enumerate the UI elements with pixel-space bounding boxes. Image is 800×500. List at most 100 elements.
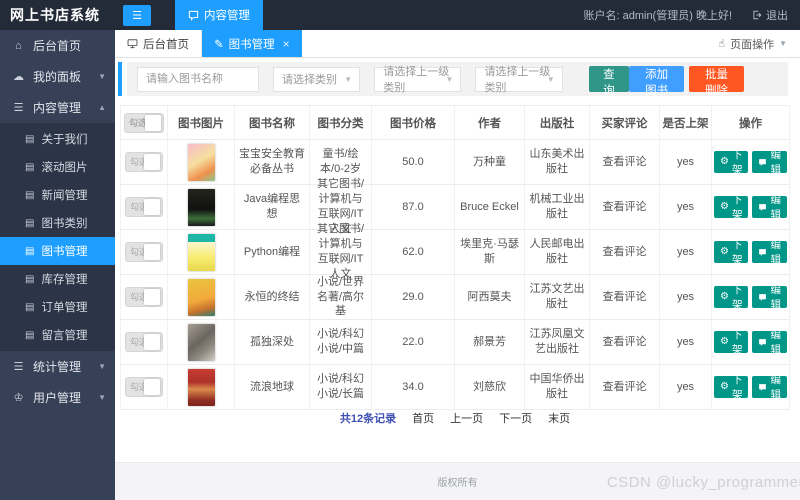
column-header: 图书名称 (235, 106, 310, 139)
edit-button[interactable]: 编辑 (752, 239, 787, 266)
gear-icon: ⚙ (720, 291, 729, 302)
chevron-down-icon: ▼ (98, 393, 106, 402)
book-name: 永恒的终结 (235, 275, 310, 319)
sidebar-subitem-inventory-management[interactable]: ▤ 库存管理 (0, 265, 115, 293)
watermark-text: CSDN @lucky_programmer (606, 474, 800, 491)
view-comments-link[interactable]: 查看评论 (603, 380, 647, 395)
first-page-link[interactable]: 首页 (412, 410, 434, 426)
prev-page-link[interactable]: 上一页 (450, 410, 483, 426)
tab-backend-home[interactable]: 后台首页 (115, 30, 202, 57)
hamburger-icon: ☰ (132, 9, 142, 22)
copyright-text: 版权所有 (437, 478, 478, 489)
table-row: 勾选 孤独深处 小说/科幻小说/中篇 22.0 郝景芳 江苏凤凰文艺出版社 查看… (120, 320, 790, 365)
row-select-toggle[interactable]: 勾选 (125, 242, 163, 262)
sidebar-subitem-about-us[interactable]: ▤ 关于我们 (0, 125, 115, 153)
column-header: 操作 (712, 106, 790, 139)
tab-book-management[interactable]: ✎ 图书管理 × (202, 30, 302, 57)
sidebar-subitem-order-management[interactable]: ▤ 订单管理 (0, 293, 115, 321)
row-select-toggle[interactable]: 勾选 (125, 287, 163, 307)
row-select-toggle[interactable]: 勾选 (125, 377, 163, 397)
book-publisher: 江苏文艺出版社 (525, 275, 590, 319)
edit-label: 编辑 (770, 284, 781, 311)
select-all-toggle[interactable]: 勾选 (124, 112, 164, 133)
logout-button[interactable]: 退出 (752, 7, 788, 23)
off-shelf-button[interactable]: ⚙ 下架 (714, 374, 749, 401)
sidebar-item-my-panel[interactable]: ☁ 我的面板 ▼ (0, 61, 115, 92)
book-name-input[interactable] (137, 66, 259, 92)
sidebar-item-user-management[interactable]: ♔ 用户管理 ▼ (0, 382, 115, 413)
sidebar-item-label: 统计管理 (33, 360, 82, 374)
sidebar-subitem-label: 新闻管理 (41, 190, 88, 202)
view-comments-link[interactable]: 查看评论 (603, 290, 647, 305)
parent-category-select-1[interactable]: 请选择上一级类别 ▼ (374, 66, 462, 94)
page-actions-dropdown[interactable]: ☝ 页面操作 ▼ (718, 30, 800, 57)
off-shelf-button[interactable]: ⚙ 下架 (714, 239, 749, 266)
row-select-toggle[interactable]: 勾选 (125, 332, 163, 352)
edit-button[interactable]: 编辑 (752, 284, 787, 311)
last-page-link[interactable]: 末页 (548, 410, 570, 426)
edit-button[interactable]: 编辑 (752, 194, 787, 221)
search-button[interactable]: 查询 (588, 66, 630, 97)
off-shelf-button[interactable]: ⚙ 下架 (714, 284, 749, 311)
content-panel: 请选择类别 ▼ 请选择上一级类别 ▼ 请选择上一级类别 ▼ 查询 添加图书 批量… (115, 58, 800, 462)
off-shelf-label: 下架 (731, 239, 743, 266)
sidebar-item-label: 我的面板 (33, 70, 82, 84)
sidebar-subitem-message-management[interactable]: ▤ 留言管理 (0, 321, 115, 349)
document-icon: ▤ (25, 245, 35, 257)
home-icon: ⌂ (15, 39, 22, 52)
gear-icon: ⚙ (720, 246, 729, 257)
view-comments-link[interactable]: 查看评论 (603, 335, 647, 350)
hand-pointer-icon: ☝ (718, 38, 726, 50)
table-header: 勾选 图书图片 图书名称 图书分类 图书价格 作者 出版社 买家评论 是否上架 … (120, 106, 790, 140)
edit-label: 编辑 (770, 329, 781, 356)
view-comments-link[interactable]: 查看评论 (603, 200, 647, 215)
chevron-down-icon: ▼ (445, 74, 454, 84)
sidebar-subitem-news-management[interactable]: ▤ 新闻管理 (0, 181, 115, 209)
speech-bubble-icon (758, 338, 767, 347)
category-select[interactable]: 请选择类别 ▼ (273, 66, 361, 92)
book-cover-image (187, 323, 215, 361)
on-shelf-status: yes (660, 320, 712, 364)
column-header: 图书图片 (168, 106, 235, 139)
sidebar-item-statistics[interactable]: ☰ 统计管理 ▼ (0, 351, 115, 382)
book-price: 62.0 (372, 230, 455, 274)
off-shelf-label: 下架 (731, 194, 743, 221)
book-cover-image (187, 278, 215, 316)
close-icon[interactable]: × (283, 37, 290, 51)
batch-delete-button[interactable]: 批量删除 (689, 66, 744, 97)
view-comments-link[interactable]: 查看评论 (603, 155, 647, 170)
sidebar-subitem-book-categories[interactable]: ▤ 图书类别 (0, 209, 115, 237)
table-row: 勾选 宝宝安全教育必备丛书 童书/绘本/0-2岁 50.0 万种童 山东美术出版… (120, 140, 790, 185)
edit-label: 编辑 (770, 194, 781, 221)
add-book-button[interactable]: 添加图书 (629, 66, 685, 97)
parent-category-select-2[interactable]: 请选择上一级类别 ▼ (475, 66, 563, 94)
edit-button[interactable]: 编辑 (752, 329, 787, 356)
toggle-knob (145, 114, 161, 131)
book-category: 小说/科幻小说/中篇 (310, 320, 372, 364)
sidebar-item-home[interactable]: ⌂ 后台首页 (0, 30, 115, 61)
book-price: 22.0 (372, 320, 455, 364)
toggle-knob (144, 379, 160, 395)
speech-bubble-icon (758, 203, 767, 212)
on-shelf-status: yes (660, 185, 712, 229)
edit-button[interactable]: 编辑 (752, 149, 787, 176)
next-page-link[interactable]: 下一页 (499, 410, 532, 426)
book-publisher: 山东美术出版社 (525, 140, 590, 184)
off-shelf-button[interactable]: ⚙ 下架 (714, 194, 749, 221)
off-shelf-button[interactable]: ⚙ 下架 (714, 329, 749, 356)
sidebar-item-content-management[interactable]: ☰ 内容管理 ▲ (0, 92, 115, 123)
row-select-toggle[interactable]: 勾选 (125, 197, 163, 217)
topnav-content-management[interactable]: 内容管理 (175, 0, 263, 30)
book-author: 万种童 (455, 140, 525, 184)
view-comments-link[interactable]: 查看评论 (603, 245, 647, 260)
column-header: 图书价格 (372, 106, 455, 139)
row-select-toggle[interactable]: 勾选 (125, 152, 163, 172)
sidebar-subitem-carousel-images[interactable]: ▤ 滚动图片 (0, 153, 115, 181)
sidebar-subitem-book-management[interactable]: ▤ 图书管理 (0, 237, 115, 265)
crown-icon: ♔ (13, 392, 24, 404)
sidebar-collapse-button[interactable]: ☰ (123, 4, 151, 26)
edit-button[interactable]: 编辑 (752, 374, 787, 401)
book-name: Python编程 (235, 230, 310, 274)
off-shelf-button[interactable]: ⚙ 下架 (714, 149, 749, 176)
gear-icon: ⚙ (720, 336, 729, 347)
